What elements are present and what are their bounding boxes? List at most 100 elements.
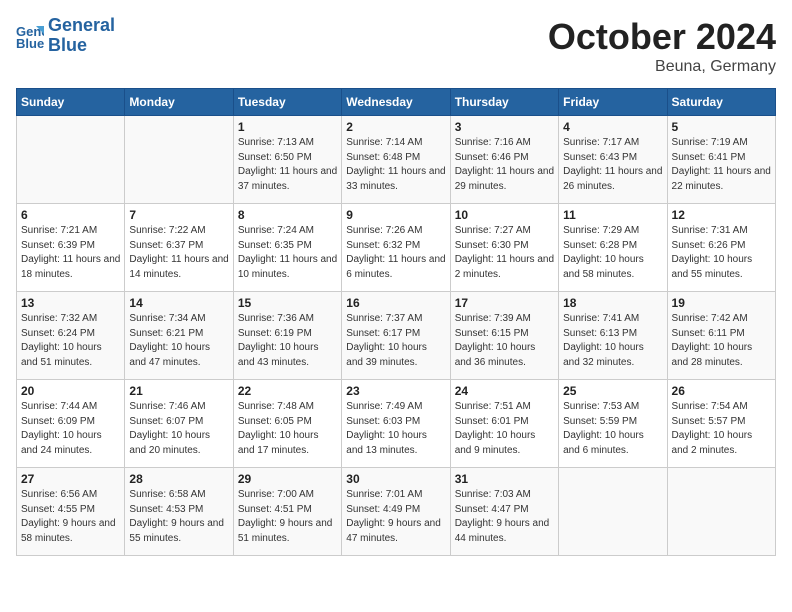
- calendar-cell: 30Sunrise: 7:01 AM Sunset: 4:49 PM Dayli…: [342, 468, 450, 556]
- calendar-cell: 24Sunrise: 7:51 AM Sunset: 6:01 PM Dayli…: [450, 380, 558, 468]
- calendar-cell: 2 Sunrise: 7:14 AM Sunset: 6:48 PM Daylig…: [342, 116, 450, 204]
- calendar-cell: 7 Sunrise: 7:22 AM Sunset: 6:37 PM Daylig…: [125, 204, 233, 292]
- day-info: Sunrise: 6:56 AM Sunset: 4:55 PM Dayligh…: [21, 488, 120, 546]
- calendar-cell: 25 Sunrise: 7:53 AM Sunset: 5:59 PM Dayli…: [559, 380, 667, 468]
- calendar-body: 1 Sunrise: 7:13 AM Sunset: 6:50 PM Daylig…: [17, 116, 776, 556]
- day-info: Sunrise: 7:22 AM Sunset: 6:37 PM Dayligh…: [129, 224, 228, 282]
- calendar-cell: 27 Sunrise: 6:56 AM Sunset: 4:55 PM Dayli…: [17, 468, 125, 556]
- calendar-table: SundayMondayTuesdayWednesdayThursdayFrid…: [16, 88, 776, 556]
- day-number: 26: [672, 384, 771, 398]
- svg-text:Blue: Blue: [16, 36, 44, 50]
- calendar-week-row: 13 Sunrise: 7:32 AM Sunset: 6:24 PM Dayli…: [17, 292, 776, 380]
- weekday-header-cell: Wednesday: [342, 89, 450, 116]
- day-number: 7: [129, 208, 228, 222]
- calendar-cell: 20Sunrise: 7:44 AM Sunset: 6:09 PM Dayli…: [17, 380, 125, 468]
- weekday-header-cell: Tuesday: [233, 89, 341, 116]
- day-number: 23: [346, 384, 445, 398]
- calendar-cell: 8Sunrise: 7:24 AM Sunset: 6:35 PM Daylig…: [233, 204, 341, 292]
- logo-text: General Blue: [48, 16, 115, 56]
- day-number: 17: [455, 296, 554, 310]
- calendar-cell: 13 Sunrise: 7:32 AM Sunset: 6:24 PM Dayli…: [17, 292, 125, 380]
- day-number: 29: [238, 472, 337, 486]
- day-number: 27: [21, 472, 120, 486]
- calendar-cell: 6Sunrise: 7:21 AM Sunset: 6:39 PM Daylig…: [17, 204, 125, 292]
- page-header: General Blue General Blue October 2024 B…: [16, 16, 776, 76]
- day-info: Sunrise: 7:32 AM Sunset: 6:24 PM Dayligh…: [21, 312, 120, 370]
- calendar-cell: 15 Sunrise: 7:36 AM Sunset: 6:19 PM Dayli…: [233, 292, 341, 380]
- day-info: Sunrise: 7:54 AM Sunset: 5:57 PM Dayligh…: [672, 400, 771, 458]
- day-number: 5: [672, 120, 771, 134]
- weekday-header-cell: Thursday: [450, 89, 558, 116]
- month-heading: October 2024: [548, 16, 776, 58]
- day-info: Sunrise: 7:31 AM Sunset: 6:26 PM Dayligh…: [672, 224, 771, 282]
- calendar-cell: 16Sunrise: 7:37 AM Sunset: 6:17 PM Dayli…: [342, 292, 450, 380]
- calendar-cell: 4 Sunrise: 7:17 AM Sunset: 6:43 PM Daylig…: [559, 116, 667, 204]
- day-info: Sunrise: 7:36 AM Sunset: 6:19 PM Dayligh…: [238, 312, 337, 370]
- day-info: Sunrise: 7:03 AM Sunset: 4:47 PM Dayligh…: [455, 488, 554, 546]
- day-number: 31: [455, 472, 554, 486]
- calendar-cell: 11Sunrise: 7:29 AM Sunset: 6:28 PM Dayli…: [559, 204, 667, 292]
- calendar-cell: [667, 468, 775, 556]
- calendar-cell: [125, 116, 233, 204]
- day-number: 2: [346, 120, 445, 134]
- logo: General Blue General Blue: [16, 16, 115, 56]
- calendar-week-row: 6Sunrise: 7:21 AM Sunset: 6:39 PM Daylig…: [17, 204, 776, 292]
- day-info: Sunrise: 7:21 AM Sunset: 6:39 PM Dayligh…: [21, 224, 120, 282]
- day-info: Sunrise: 7:14 AM Sunset: 6:48 PM Dayligh…: [346, 136, 445, 194]
- weekday-header-row: SundayMondayTuesdayWednesdayThursdayFrid…: [17, 89, 776, 116]
- calendar-cell: 26 Sunrise: 7:54 AM Sunset: 5:57 PM Dayli…: [667, 380, 775, 468]
- calendar-cell: 28 Sunrise: 6:58 AM Sunset: 4:53 PM Dayli…: [125, 468, 233, 556]
- day-info: Sunrise: 6:58 AM Sunset: 4:53 PM Dayligh…: [129, 488, 228, 546]
- calendar-cell: 21 Sunrise: 7:46 AM Sunset: 6:07 PM Dayli…: [125, 380, 233, 468]
- calendar-cell: 19Sunrise: 7:42 AM Sunset: 6:11 PM Dayli…: [667, 292, 775, 380]
- calendar-cell: 3 Sunrise: 7:16 AM Sunset: 6:46 PM Daylig…: [450, 116, 558, 204]
- day-number: 21: [129, 384, 228, 398]
- day-number: 18: [563, 296, 662, 310]
- calendar-cell: 14 Sunrise: 7:34 AM Sunset: 6:21 PM Dayli…: [125, 292, 233, 380]
- day-number: 14: [129, 296, 228, 310]
- day-number: 28: [129, 472, 228, 486]
- calendar-cell: 31 Sunrise: 7:03 AM Sunset: 4:47 PM Dayli…: [450, 468, 558, 556]
- day-info: Sunrise: 7:01 AM Sunset: 4:49 PM Dayligh…: [346, 488, 445, 546]
- day-info: Sunrise: 7:49 AM Sunset: 6:03 PM Dayligh…: [346, 400, 445, 458]
- day-info: Sunrise: 7:27 AM Sunset: 6:30 PM Dayligh…: [455, 224, 554, 282]
- day-number: 24: [455, 384, 554, 398]
- day-info: Sunrise: 7:34 AM Sunset: 6:21 PM Dayligh…: [129, 312, 228, 370]
- calendar-cell: 12 Sunrise: 7:31 AM Sunset: 6:26 PM Dayli…: [667, 204, 775, 292]
- day-number: 10: [455, 208, 554, 222]
- day-number: 3: [455, 120, 554, 134]
- weekday-header-cell: Sunday: [17, 89, 125, 116]
- day-info: Sunrise: 7:29 AM Sunset: 6:28 PM Dayligh…: [563, 224, 662, 282]
- day-info: Sunrise: 7:17 AM Sunset: 6:43 PM Dayligh…: [563, 136, 662, 194]
- calendar-cell: 1 Sunrise: 7:13 AM Sunset: 6:50 PM Daylig…: [233, 116, 341, 204]
- day-info: Sunrise: 7:19 AM Sunset: 6:41 PM Dayligh…: [672, 136, 771, 194]
- logo-icon: General Blue: [16, 22, 44, 50]
- day-number: 1: [238, 120, 337, 134]
- calendar-cell: 17 Sunrise: 7:39 AM Sunset: 6:15 PM Dayli…: [450, 292, 558, 380]
- day-info: Sunrise: 7:00 AM Sunset: 4:51 PM Dayligh…: [238, 488, 337, 546]
- day-number: 15: [238, 296, 337, 310]
- day-info: Sunrise: 7:37 AM Sunset: 6:17 PM Dayligh…: [346, 312, 445, 370]
- calendar-cell: 10 Sunrise: 7:27 AM Sunset: 6:30 PM Dayli…: [450, 204, 558, 292]
- day-number: 13: [21, 296, 120, 310]
- calendar-cell: 9Sunrise: 7:26 AM Sunset: 6:32 PM Daylig…: [342, 204, 450, 292]
- day-info: Sunrise: 7:48 AM Sunset: 6:05 PM Dayligh…: [238, 400, 337, 458]
- calendar-cell: [17, 116, 125, 204]
- day-number: 25: [563, 384, 662, 398]
- day-info: Sunrise: 7:39 AM Sunset: 6:15 PM Dayligh…: [455, 312, 554, 370]
- calendar-cell: 23 Sunrise: 7:49 AM Sunset: 6:03 PM Dayli…: [342, 380, 450, 468]
- day-info: Sunrise: 7:46 AM Sunset: 6:07 PM Dayligh…: [129, 400, 228, 458]
- weekday-header-cell: Monday: [125, 89, 233, 116]
- day-info: Sunrise: 7:13 AM Sunset: 6:50 PM Dayligh…: [238, 136, 337, 194]
- day-number: 4: [563, 120, 662, 134]
- day-info: Sunrise: 7:16 AM Sunset: 6:46 PM Dayligh…: [455, 136, 554, 194]
- day-number: 8: [238, 208, 337, 222]
- day-number: 12: [672, 208, 771, 222]
- day-number: 22: [238, 384, 337, 398]
- calendar-week-row: 27 Sunrise: 6:56 AM Sunset: 4:55 PM Dayli…: [17, 468, 776, 556]
- month-title: October 2024 Beuna, Germany: [548, 16, 776, 76]
- calendar-cell: 18Sunrise: 7:41 AM Sunset: 6:13 PM Dayli…: [559, 292, 667, 380]
- calendar-week-row: 20Sunrise: 7:44 AM Sunset: 6:09 PM Dayli…: [17, 380, 776, 468]
- day-info: Sunrise: 7:44 AM Sunset: 6:09 PM Dayligh…: [21, 400, 120, 458]
- day-info: Sunrise: 7:53 AM Sunset: 5:59 PM Dayligh…: [563, 400, 662, 458]
